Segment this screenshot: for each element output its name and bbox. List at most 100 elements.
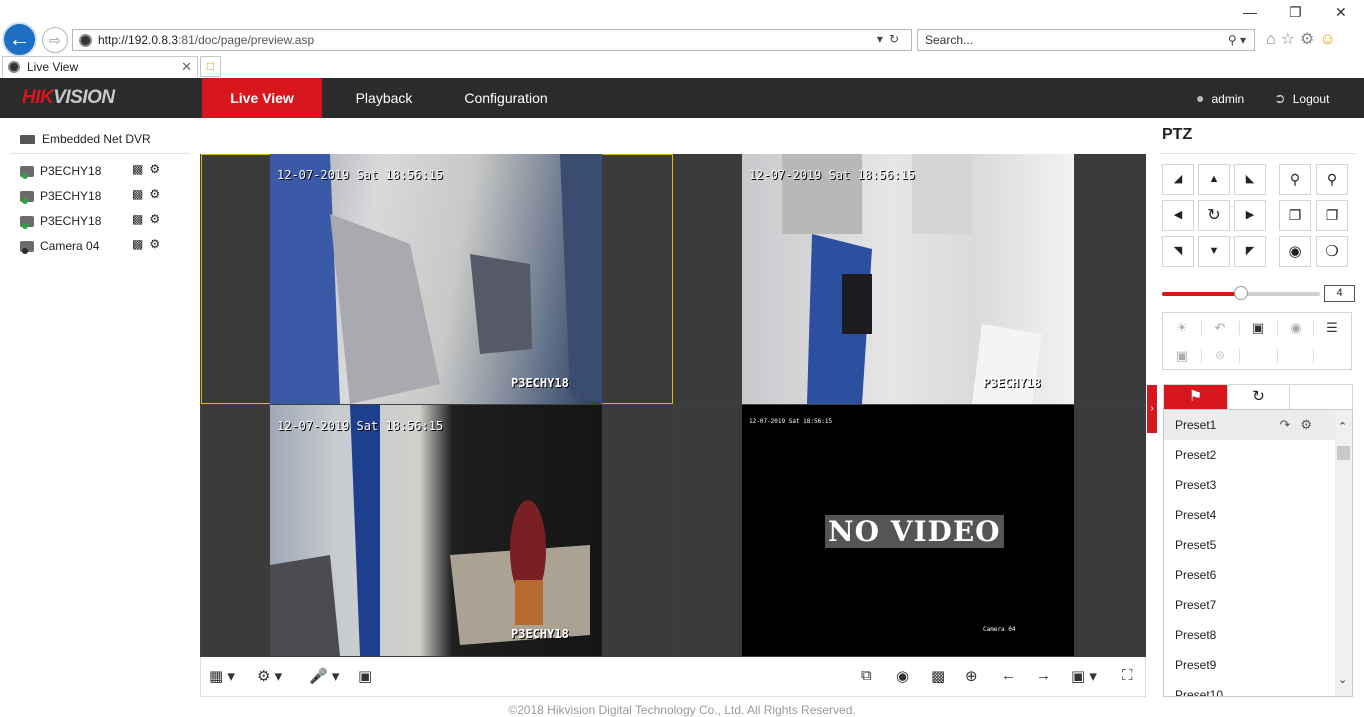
preset-item[interactable]: Preset8: [1164, 620, 1336, 650]
search-icon[interactable]: ⚲ ▾: [1228, 30, 1246, 50]
preset-item[interactable]: Preset4: [1164, 500, 1336, 530]
menu-live-view[interactable]: Live View: [202, 78, 322, 118]
back-button[interactable]: ←: [2, 22, 37, 57]
device-tree-root[interactable]: Embedded Net DVR: [20, 132, 151, 146]
ptz-right-button[interactable]: ▶: [1234, 200, 1266, 231]
ptz-auto-rotate-button[interactable]: ↻: [1198, 200, 1230, 231]
digital-zoom-icon[interactable]: ⊕: [965, 667, 978, 685]
scroll-down-icon[interactable]: ⌄: [1338, 673, 1347, 686]
scrollbar-thumb[interactable]: [1337, 446, 1350, 460]
new-tab-button[interactable]: □: [200, 56, 221, 77]
preset-item[interactable]: Preset10: [1164, 680, 1336, 696]
ptz-divider: [1160, 153, 1356, 154]
camera-item[interactable]: P3ECHY18 ▩⚙: [20, 162, 180, 180]
tab-preset-flag-icon[interactable]: ⚑: [1164, 385, 1227, 409]
collapse-ptz-icon[interactable]: ›: [1147, 385, 1157, 433]
minimize-icon[interactable]: —: [1243, 4, 1257, 20]
scene-illustration: [270, 154, 602, 404]
browser-tab[interactable]: Live View ✕: [2, 56, 198, 77]
video-timestamp: 12-07-2019 Sat 18:56:15: [277, 419, 444, 433]
ptz-left-button[interactable]: ◀: [1162, 200, 1194, 231]
preset-scrollbar[interactable]: ⌃ ⌄: [1335, 410, 1352, 696]
ptz-function-panel: ☀ ↶ ▣ ◉ ☰ ▣ ◎: [1162, 312, 1352, 370]
ptz-down-left-button[interactable]: ◥: [1162, 236, 1194, 267]
user-menu[interactable]: ● admin: [1196, 78, 1244, 118]
capture-icon[interactable]: ◉: [896, 667, 909, 685]
preset-item[interactable]: Preset5: [1164, 530, 1336, 560]
preset-item[interactable]: Preset3: [1164, 470, 1336, 500]
restore-icon[interactable]: ❐: [1289, 4, 1302, 21]
set-preset-gear-icon[interactable]: ⚙: [1300, 417, 1322, 432]
preset-item[interactable]: Preset6: [1164, 560, 1336, 590]
ptz-down-right-button[interactable]: ◤: [1234, 236, 1266, 267]
ptz-speed-slider[interactable]: [1162, 286, 1320, 300]
menu-configuration[interactable]: Configuration: [452, 78, 560, 118]
home-icon[interactable]: ⌂: [1266, 31, 1281, 48]
stream-settings-icon[interactable]: ⚙: [149, 162, 166, 176]
focus-far-icon[interactable]: ❐: [1316, 200, 1348, 231]
close-window-icon[interactable]: ✕: [1335, 4, 1347, 21]
forward-button[interactable]: ⇨: [42, 27, 68, 53]
zoom-out-icon[interactable]: ⚲: [1279, 164, 1311, 195]
record-icon[interactable]: ▩: [132, 187, 149, 201]
smiley-icon[interactable]: ☺: [1319, 31, 1340, 48]
stop-all-preview-icon[interactable]: ⧉: [861, 667, 872, 684]
iris-open-icon[interactable]: ◉: [1279, 236, 1311, 267]
window-layout-icon[interactable]: ▦ ▾: [209, 667, 235, 685]
record-icon[interactable]: ▩: [132, 237, 149, 251]
tab-patrol-icon[interactable]: ↻: [1227, 385, 1290, 409]
call-preset-icon[interactable]: ↷: [1279, 417, 1300, 432]
logout-button[interactable]: ➲ Logout: [1274, 78, 1329, 118]
preset-item[interactable]: Preset9: [1164, 650, 1336, 680]
address-bar[interactable]: http://192.0.8.3:81/doc/page/preview.asp…: [72, 29, 912, 51]
browser-search-input[interactable]: Search... ⚲ ▾: [917, 29, 1255, 51]
alarm-output-icon[interactable]: ▣: [358, 667, 372, 685]
video-tile-3[interactable]: 12-07-2019 Sat 18:56:15 P3ECHY18: [201, 405, 673, 656]
video-tile-2[interactable]: 12-07-2019 Sat 18:56:15 P3ECHY18: [674, 154, 1146, 404]
camera-icon: [20, 240, 34, 254]
video-tile-1[interactable]: 12-07-2019 Sat 18:56:15 P3ECHY18: [201, 154, 673, 404]
refresh-icon[interactable]: ▾↻: [877, 32, 905, 46]
wiper-icon[interactable]: ↶: [1201, 317, 1239, 339]
preset-item[interactable]: Preset7: [1164, 590, 1336, 620]
camera-item[interactable]: Camera 04 ▩⚙: [20, 237, 180, 255]
page-favicon-icon: [79, 33, 92, 47]
ptz-up-left-button[interactable]: ◢: [1162, 164, 1194, 195]
menu-list-icon[interactable]: ☰: [1313, 317, 1351, 339]
iris-close-icon[interactable]: ❍: [1316, 236, 1348, 267]
stream-settings-icon[interactable]: ⚙: [149, 187, 166, 201]
focus-near-icon[interactable]: ❐: [1279, 200, 1311, 231]
speed-slider-handle[interactable]: [1234, 286, 1248, 300]
close-tab-icon[interactable]: ✕: [181, 59, 192, 75]
ptz-up-button[interactable]: ▲: [1198, 164, 1230, 195]
next-page-icon[interactable]: →: [1036, 667, 1051, 684]
record-icon[interactable]: ▩: [132, 212, 149, 226]
3d-zoom-icon[interactable]: ◎: [1201, 345, 1239, 367]
microphone-icon[interactable]: 🎤 ▾: [309, 667, 339, 685]
stream-settings-icon[interactable]: ⚙: [149, 237, 166, 251]
video-camera-label: Camera 04: [983, 626, 1016, 633]
gear-icon[interactable]: ⚙: [1300, 31, 1319, 48]
ptz-down-button[interactable]: ▼: [1198, 236, 1230, 267]
light-icon[interactable]: ☀: [1163, 317, 1201, 339]
record-all-icon[interactable]: ▩: [931, 667, 945, 685]
record-icon[interactable]: ▩: [132, 162, 149, 176]
preset-item[interactable]: Preset2: [1164, 440, 1336, 470]
zoom-in-icon[interactable]: ⚲: [1316, 164, 1348, 195]
camera-item[interactable]: P3ECHY18 ▩⚙: [20, 212, 180, 230]
volume-mute-icon[interactable]: ▣ ▾: [1071, 667, 1097, 685]
fullscreen-icon[interactable]: ⛶: [1122, 667, 1133, 684]
previous-page-icon[interactable]: ←: [1001, 667, 1016, 684]
auxiliary-focus-icon[interactable]: ▣: [1239, 317, 1277, 339]
stream-settings-icon[interactable]: ⚙: [149, 212, 166, 226]
lens-init-icon[interactable]: ◉: [1277, 317, 1315, 339]
menu-playback[interactable]: Playback: [340, 78, 428, 118]
camera-item[interactable]: P3ECHY18 ▩⚙: [20, 187, 180, 205]
scroll-up-icon[interactable]: ⌃: [1338, 420, 1347, 433]
stream-type-icon[interactable]: ⚙ ▾: [257, 667, 282, 685]
manual-tracking-icon[interactable]: ▣: [1163, 345, 1201, 367]
ptz-up-right-button[interactable]: ◣: [1234, 164, 1266, 195]
preset-item[interactable]: Preset1 ↷⚙: [1164, 410, 1336, 440]
tab-pattern[interactable]: [1290, 385, 1353, 409]
favorites-star-icon[interactable]: ☆: [1281, 31, 1300, 48]
